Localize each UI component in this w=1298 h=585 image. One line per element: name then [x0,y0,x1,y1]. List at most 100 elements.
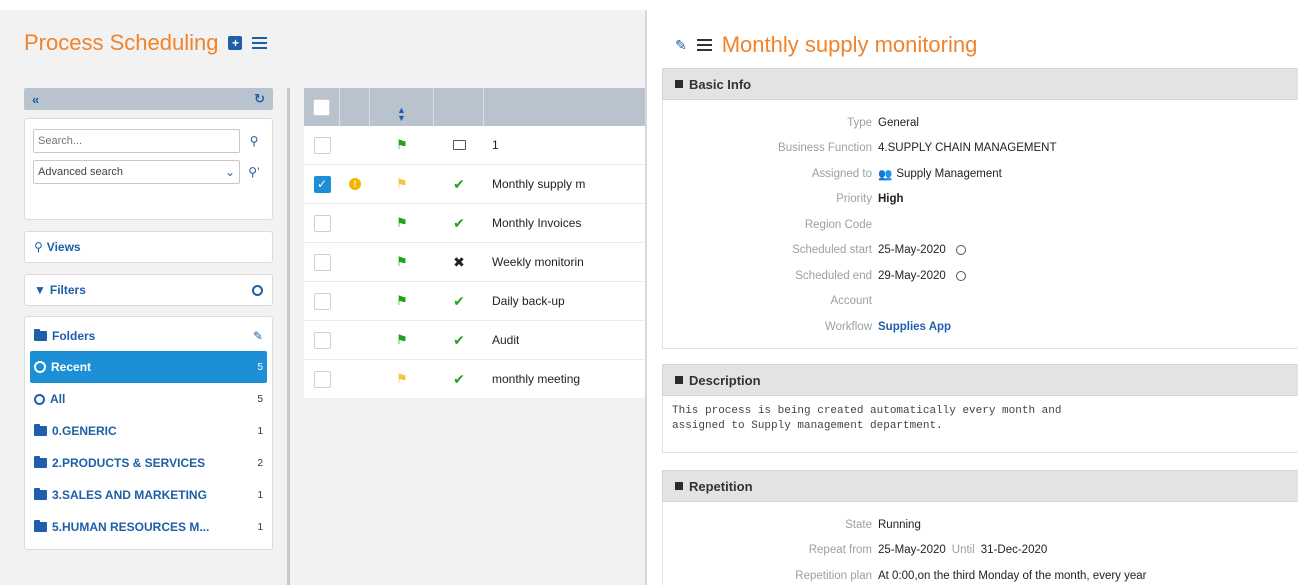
row-checkbox[interactable] [313,292,331,310]
basic-info-header[interactable]: Basic Info [662,68,1298,100]
process-name: Daily back-up [492,294,565,308]
filter-toggle-icon[interactable] [252,284,263,296]
folder-label: All [50,392,66,406]
process-name: monthly meeting [492,372,581,386]
menu-icon [252,37,268,49]
warning-icon: ! [349,178,361,190]
folder-icon [34,424,47,436]
table-row[interactable]: ⚑ ✖ Weekly monitorin [304,243,645,282]
until-label: Until [951,544,975,557]
add-process-button[interactable]: + [228,36,243,50]
description-section: Description This process is being create… [662,364,1298,453]
field-business-function: Business Function 4.SUPPLY CHAIN MANAGEME… [663,136,1298,162]
folder-label: Recent [51,360,92,374]
list-menu-button[interactable] [252,37,268,49]
folder-item-all[interactable]: All 5 [30,383,267,415]
folders-header: Folders ✎ [30,321,267,351]
process-name: Monthly supply m [492,177,586,191]
search-icon[interactable]: ⚲ [244,134,264,148]
field-value: At 0:00,on the third Monday of the month… [878,569,1147,582]
advanced-search-label: Advanced search [38,166,123,178]
row-checkbox[interactable] [313,331,331,349]
field-scheduled-end: Scheduled end 29-May-2020 [663,263,1298,289]
folder-label: 2.PRODUCTS & SERVICES [52,456,206,470]
clock-icon [34,361,46,373]
top-strip [0,0,1298,10]
folder-count: 1 [257,489,263,501]
field-label: Workflow [824,320,872,333]
menu-icon[interactable] [696,39,712,51]
green-flag-icon: ⚑ [396,293,408,308]
folder-icon [34,329,47,341]
field-label: Business Function [778,142,872,155]
row-checkbox[interactable] [313,370,331,388]
green-flag-icon: ⚑ [396,254,408,269]
pane-splitter[interactable] [287,88,290,585]
monitor-icon [452,140,466,150]
folder-item-recent[interactable]: Recent 5 [30,351,267,383]
name-column-header[interactable] [484,88,645,126]
views-panel[interactable]: ⚲ Views [24,231,273,263]
detail-pane: ✎ Monthly supply monitoring Basic Info T… [645,10,1298,585]
priority-column-header[interactable]: ▲ ▼ [370,88,434,126]
status-column-header[interactable] [434,88,484,126]
field-value: High [878,193,904,206]
row-checkbox[interactable] [313,214,331,232]
filters-panel[interactable]: ▼ Filters [24,274,273,306]
table-row[interactable]: ⚑ ✔ monthly meeting [304,360,645,399]
folder-count: 5 [257,393,263,405]
filters-label: Filters [49,283,86,297]
search-input[interactable] [33,129,240,153]
table-row[interactable]: ⚑ ✔ Audit [304,321,645,360]
folder-item-sales[interactable]: 3.SALES AND MARKETING 1 [30,479,267,511]
folder-label: 3.SALES AND MARKETING [52,488,207,502]
folder-count: 2 [257,457,263,469]
circle-icon [34,393,45,405]
select-all-checkbox[interactable] [313,98,330,116]
field-value: General [878,116,919,129]
field-label: Type [847,116,872,129]
field-label: Account [830,295,872,308]
row-checkbox-checked[interactable]: ✓ [313,175,331,193]
field-label: Assigned to [811,167,872,180]
row-checkbox[interactable] [313,136,331,154]
history-icon[interactable] [955,270,966,281]
folders-panel: Folders ✎ Recent 5 All 5 0.GENERIC 1 2.P… [24,316,273,550]
description-header[interactable]: Description [662,364,1298,396]
table-row[interactable]: ⚑ ✔ Monthly Invoices [304,204,645,243]
history-icon[interactable] [955,245,966,256]
page-header: Process Scheduling + [24,30,268,56]
edit-icon[interactable]: ✎ [675,37,687,54]
check-icon: ✔ [453,214,465,231]
field-workflow: Workflow Supplies App [663,314,1298,340]
collapse-sidebar-icon[interactable]: « [32,92,39,107]
folder-item-hr[interactable]: 5.HUMAN RESOURCES M... 1 [30,511,267,543]
process-name: 1 [492,138,499,152]
field-account: Account [663,289,1298,315]
check-icon: ✔ [453,175,465,192]
field-state: State Running [663,512,1298,538]
process-name: Monthly Invoices [492,216,582,230]
advanced-search-icon[interactable]: ⚲’ [244,165,264,179]
views-label: Views [46,240,81,254]
filter-icon: ▼ [34,283,46,297]
green-flag-icon: ⚑ [396,137,408,152]
sidebar: « ↻ ⚲ Advanced search ⌄ ⚲’ ⚲Views ▼Filte… [24,88,273,550]
field-label: Repeat from [808,544,872,557]
table-row[interactable]: ⚑ ✔ Daily back-up [304,282,645,321]
folder-item-generic[interactable]: 0.GENERIC 1 [30,415,267,447]
green-flag-icon: ⚑ [396,215,408,230]
folder-count: 1 [257,425,263,437]
folder-item-products[interactable]: 2.PRODUCTS & SERVICES 2 [30,447,267,479]
field-assigned-to: Assigned to 👥 Supply Management [663,161,1298,187]
repetition-header[interactable]: Repetition [662,470,1298,502]
edit-folders-icon[interactable]: ✎ [253,329,263,343]
table-row[interactable]: ⚑ 1 [304,126,645,165]
table-row[interactable]: ✓ ! ⚑ ✔ Monthly supply m [304,165,645,204]
row-checkbox[interactable] [313,253,331,271]
chevron-down-icon: ⌄ [224,165,235,179]
advanced-search-select[interactable]: Advanced search ⌄ [33,160,240,184]
refresh-icon[interactable]: ↻ [254,91,265,107]
workflow-link[interactable]: Supplies App [878,321,951,333]
field-value: 29-May-2020 [878,269,946,282]
